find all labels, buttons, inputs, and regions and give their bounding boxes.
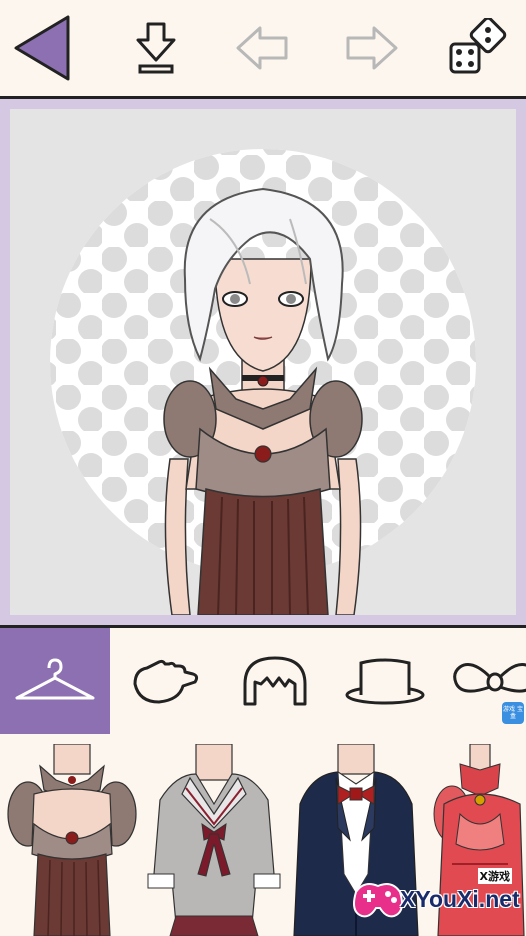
redo-button[interactable] [336, 10, 408, 86]
category-tab-bar [0, 625, 526, 737]
save-button[interactable] [120, 10, 192, 86]
character-stage [0, 99, 526, 625]
tab-hair[interactable] [220, 628, 330, 734]
redo-arrow-icon [346, 26, 398, 70]
item-brown-corset-top[interactable] [4, 743, 140, 936]
corset-top-thumbnail [7, 743, 137, 936]
hanger-icon [15, 658, 95, 700]
tab-hands[interactable] [110, 628, 220, 734]
tab-clothes[interactable] [0, 628, 110, 734]
watermark-small-text: X游戏 [477, 868, 512, 884]
watermark: X游戏 XYouXi.net [350, 868, 520, 926]
bow-icon [453, 663, 526, 693]
character-canvas [10, 109, 516, 615]
hat-icon [345, 658, 425, 705]
undo-arrow-icon [236, 26, 288, 70]
hair-icon [243, 656, 307, 706]
tab-hats[interactable] [330, 628, 440, 734]
hand-icon [133, 659, 199, 704]
undo-button[interactable] [226, 10, 298, 86]
top-toolbar [0, 0, 526, 99]
gamepad-logo-icon [353, 883, 403, 918]
download-icon [136, 22, 176, 74]
item-list: X游戏 XYouXi.net [0, 734, 526, 936]
item-school-sailor-uniform[interactable] [146, 743, 282, 936]
back-triangle-icon [14, 15, 70, 81]
dice-icon [449, 18, 507, 74]
random-button[interactable] [440, 10, 512, 86]
watermark-text: XYouXi.net [400, 886, 520, 912]
app-badge: 游戏 宝盒 [502, 702, 524, 724]
back-button[interactable] [6, 10, 78, 86]
sailor-uniform-thumbnail [147, 743, 281, 936]
character-preview [50, 149, 476, 615]
